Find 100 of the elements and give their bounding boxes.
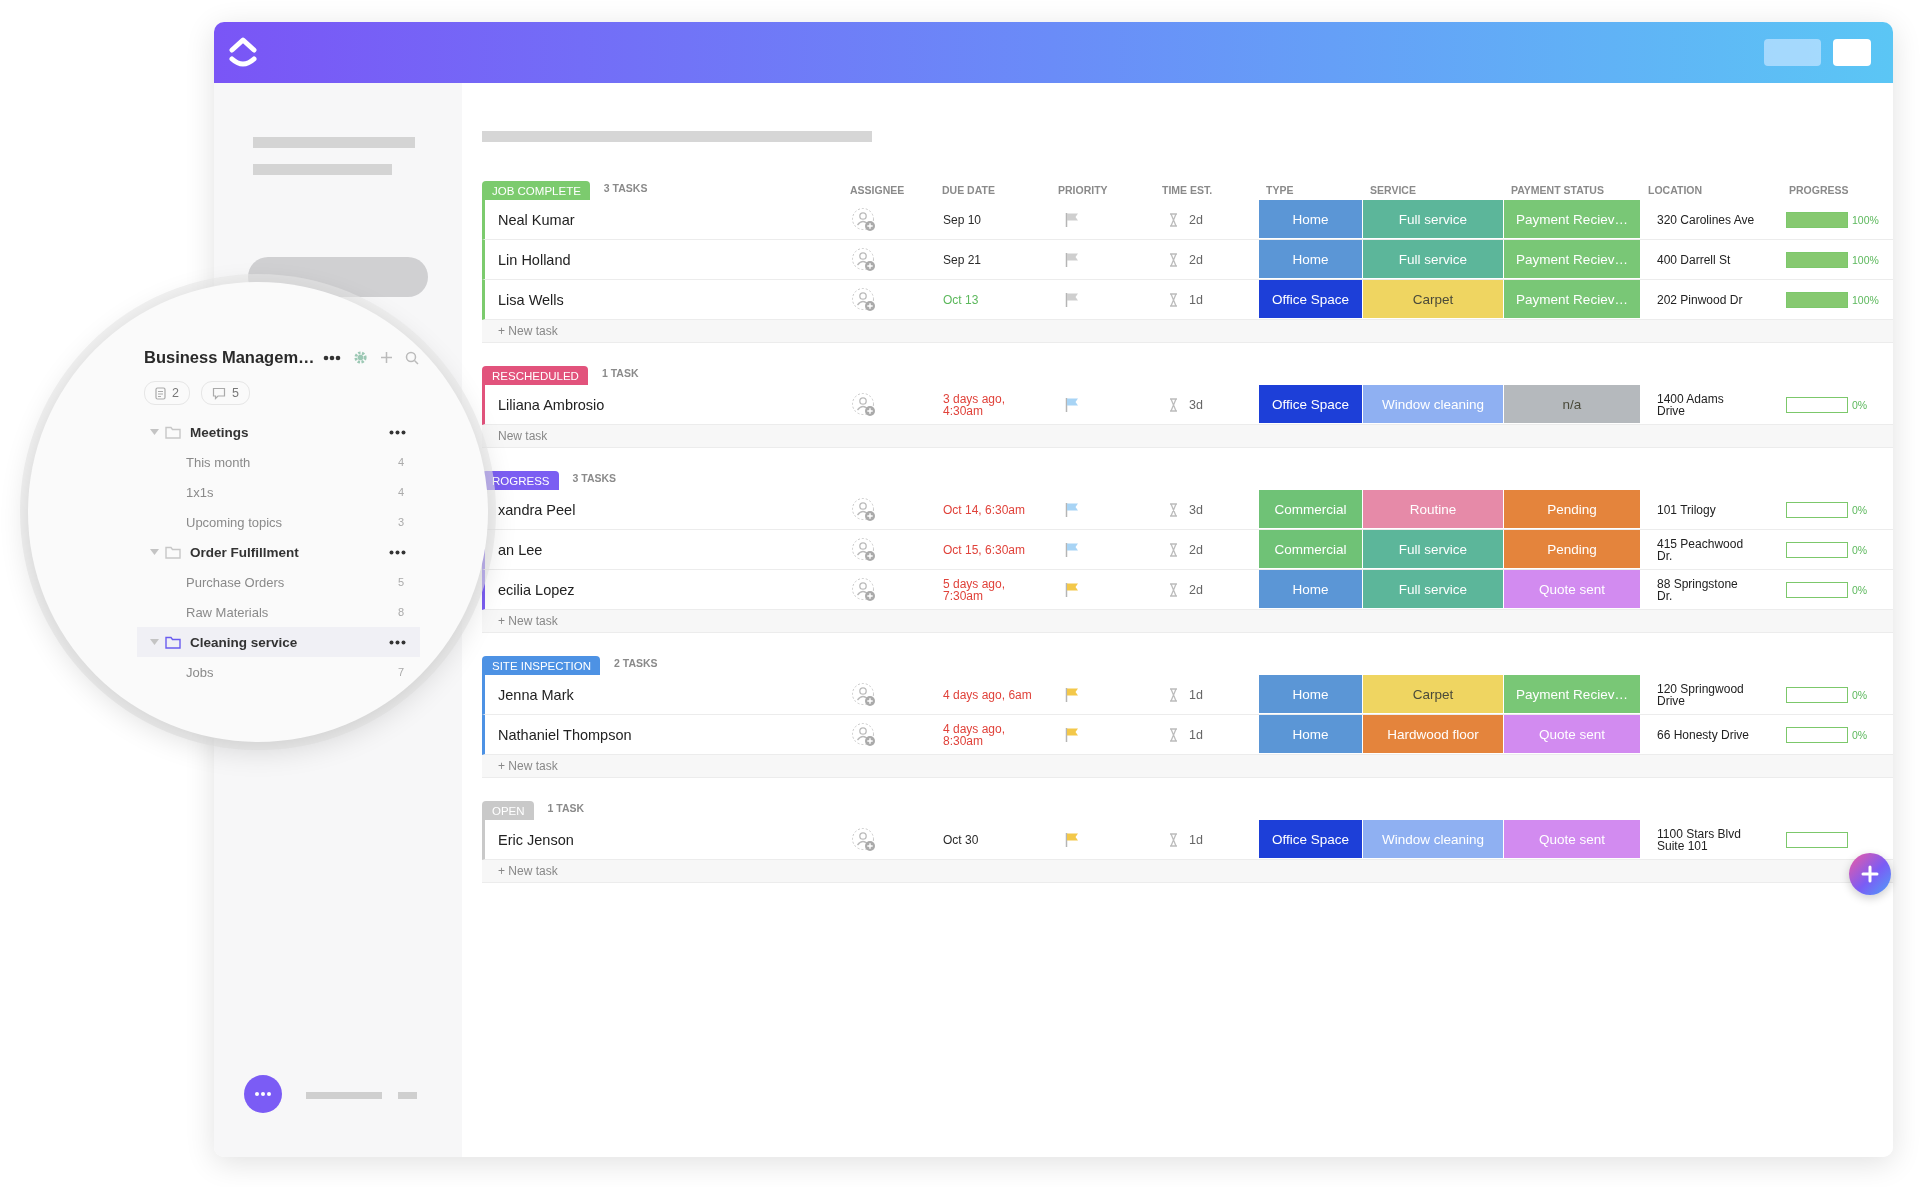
comments-count-chip[interactable]: 5	[200, 381, 250, 405]
add-icon[interactable]	[379, 351, 393, 364]
tag-cell[interactable]: Quote sent	[1504, 570, 1641, 609]
tag-cell[interactable]: Office Space	[1259, 280, 1363, 319]
docs-count-chip[interactable]: 2	[144, 381, 190, 405]
add-assignee-icon[interactable]	[851, 721, 877, 748]
flag-icon[interactable]	[1065, 726, 1079, 743]
tag-cell[interactable]: Office Space	[1259, 820, 1363, 859]
tag-cell[interactable]: Payment Reciev…	[1504, 280, 1641, 319]
add-assignee-icon[interactable]	[851, 246, 877, 273]
column-header[interactable]: SERVICE	[1360, 184, 1501, 200]
task-name[interactable]: Eric Jenson	[498, 831, 574, 848]
folder-item[interactable]: Cleaning service	[137, 627, 420, 657]
new-task-link[interactable]: + New task	[498, 864, 558, 878]
list-item[interactable]: Jobs	[186, 664, 214, 680]
add-assignee-icon[interactable]	[851, 286, 877, 313]
tag-cell[interactable]: Pending	[1504, 490, 1641, 529]
list-item[interactable]: Purchase Orders	[186, 574, 285, 590]
flag-icon[interactable]	[1065, 251, 1079, 268]
header-button[interactable]	[1833, 39, 1871, 66]
column-header[interactable]: TYPE	[1256, 184, 1360, 200]
tag-cell[interactable]: Hardwood floor	[1363, 715, 1504, 754]
task-name[interactable]: xandra Peel	[498, 501, 576, 518]
flag-icon[interactable]	[1065, 501, 1079, 518]
tag-cell[interactable]: Full service	[1363, 200, 1504, 239]
task-name[interactable]: Lisa Wells	[498, 291, 564, 308]
column-header[interactable]: PROGRESS	[1779, 184, 1876, 200]
new-task-link[interactable]: + New task	[498, 759, 558, 773]
more-icon[interactable]	[389, 549, 406, 555]
task-name[interactable]: Liliana Ambrosio	[498, 396, 605, 413]
tag-cell[interactable]: Window cleaning	[1363, 385, 1504, 424]
add-assignee-icon[interactable]	[851, 576, 877, 603]
tag-cell[interactable]: Window cleaning	[1363, 820, 1504, 859]
column-header[interactable]: LOCATION	[1638, 184, 1779, 200]
column-header[interactable]: PAYMENT STATUS	[1501, 184, 1638, 200]
tag-cell[interactable]: Routine	[1363, 490, 1504, 529]
folder-item[interactable]: Meetings	[137, 417, 420, 447]
tag-cell[interactable]: Home	[1259, 675, 1363, 714]
tag-cell[interactable]: Home	[1259, 200, 1363, 239]
more-icon[interactable]	[389, 639, 406, 645]
tag-cell[interactable]: Quote sent	[1504, 820, 1641, 859]
caret-icon[interactable]	[150, 549, 159, 555]
tag-cell[interactable]: Home	[1259, 715, 1363, 754]
new-task-link[interactable]: + New task	[498, 614, 558, 628]
column-header[interactable]: ASSIGNEE	[840, 184, 932, 200]
folder-item[interactable]: Order Fulfillment	[137, 537, 420, 567]
task-name[interactable]: Neal Kumar	[498, 211, 575, 228]
list-item[interactable]: 1x1s	[186, 484, 214, 500]
tag-cell[interactable]: Full service	[1363, 530, 1504, 569]
column-header[interactable]: DUE DATE	[932, 184, 1048, 200]
tag-cell[interactable]: Office Space	[1259, 385, 1363, 424]
list-item[interactable]: This month	[186, 454, 251, 470]
tag-cell[interactable]: Full service	[1363, 240, 1504, 279]
flag-icon[interactable]	[1065, 686, 1079, 703]
task-name[interactable]: an Lee	[498, 541, 543, 558]
tag-cell[interactable]: Payment Reciev…	[1504, 240, 1641, 279]
column-header[interactable]: TIME EST.	[1152, 184, 1256, 200]
hourglass-icon	[1169, 292, 1178, 307]
add-assignee-icon[interactable]	[851, 496, 877, 523]
add-assignee-icon[interactable]	[851, 536, 877, 563]
logo-icon[interactable]	[228, 36, 258, 69]
tag-cell[interactable]: Home	[1259, 240, 1363, 279]
tag-cell[interactable]: Full service	[1363, 570, 1504, 609]
more-icon[interactable]	[389, 429, 406, 435]
tag-cell[interactable]: Home	[1259, 570, 1363, 609]
caret-icon[interactable]	[150, 639, 159, 645]
flag-icon[interactable]	[1065, 581, 1079, 598]
list-item[interactable]: Upcoming topics	[186, 514, 283, 530]
tag-cell[interactable]: Commercial	[1259, 490, 1363, 529]
task-name[interactable]: Nathaniel Thompson	[498, 726, 632, 743]
tag-cell[interactable]: n/a	[1504, 385, 1641, 424]
task-name[interactable]: ecilia Lopez	[498, 581, 575, 598]
task-name[interactable]: Lin Holland	[498, 251, 571, 268]
search-icon[interactable]	[404, 350, 419, 365]
more-icon[interactable]	[322, 354, 341, 361]
space-title[interactable]: Business Managem…	[144, 348, 315, 367]
flag-icon[interactable]	[1065, 291, 1079, 308]
add-assignee-icon[interactable]	[851, 206, 877, 233]
tag-cell[interactable]: Commercial	[1259, 530, 1363, 569]
tag-cell[interactable]: Payment Reciev…	[1504, 200, 1641, 239]
add-assignee-icon[interactable]	[851, 681, 877, 708]
header-button[interactable]	[1764, 39, 1821, 66]
list-item[interactable]: Raw Materials	[186, 604, 269, 620]
tag-cell[interactable]: Carpet	[1363, 675, 1504, 714]
add-assignee-icon[interactable]	[851, 826, 877, 853]
flag-icon[interactable]	[1065, 541, 1079, 558]
tag-cell[interactable]: Carpet	[1363, 280, 1504, 319]
new-task-link[interactable]: + New task	[498, 324, 558, 338]
tag-cell[interactable]: Pending	[1504, 530, 1641, 569]
task-name[interactable]: Jenna Mark	[498, 686, 574, 703]
flag-icon[interactable]	[1065, 396, 1079, 413]
add-assignee-icon[interactable]	[851, 391, 877, 418]
settings-icon[interactable]	[352, 350, 368, 365]
flag-icon[interactable]	[1065, 211, 1079, 228]
tag-cell[interactable]: Quote sent	[1504, 715, 1641, 754]
tag-cell[interactable]: Payment Reciev…	[1504, 675, 1641, 714]
caret-icon[interactable]	[150, 429, 159, 435]
flag-icon[interactable]	[1065, 831, 1079, 848]
column-header[interactable]: PRIORITY	[1048, 184, 1152, 200]
new-task-link[interactable]: New task	[498, 429, 548, 443]
